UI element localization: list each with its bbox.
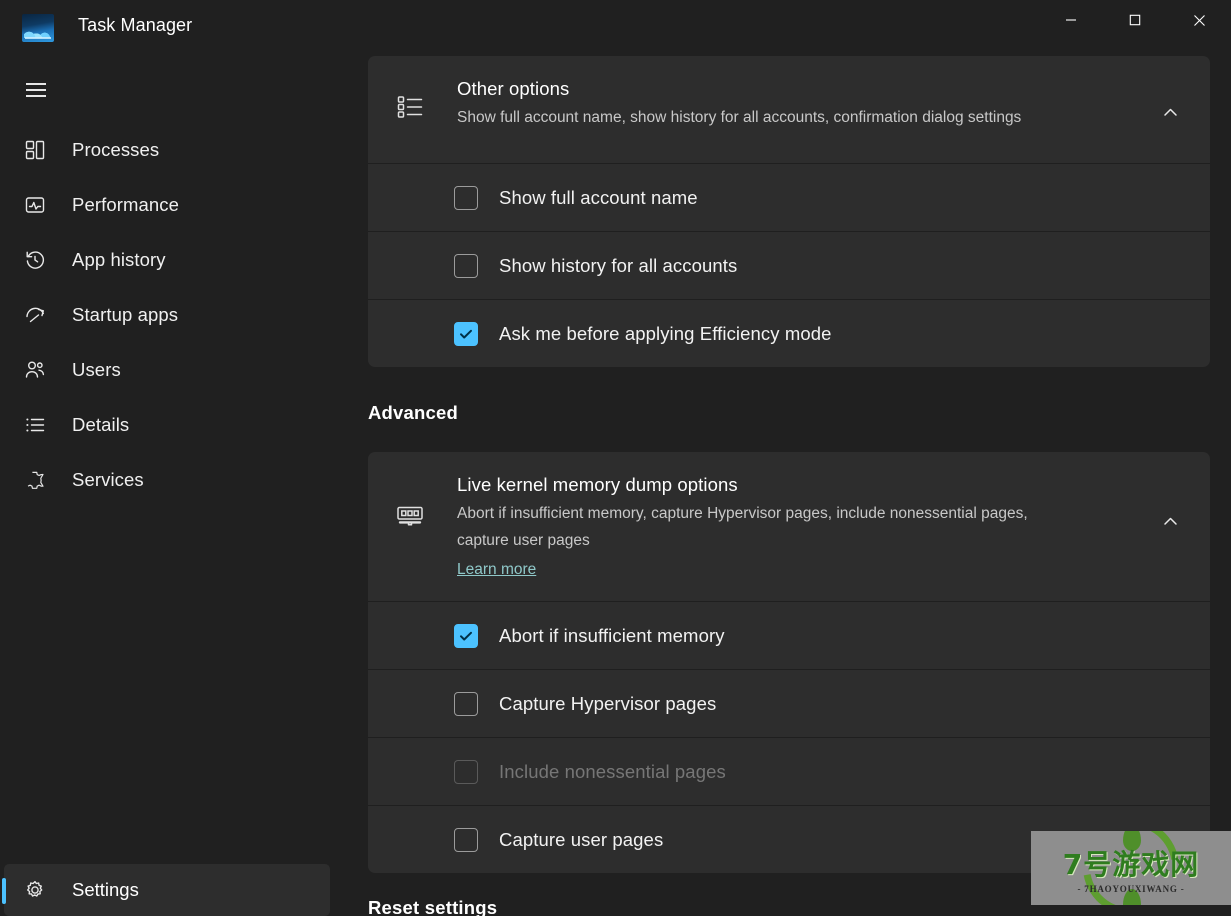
title-bar: Task Manager [0, 0, 1231, 54]
sidebar-item-startup-apps[interactable]: Startup apps [4, 287, 326, 342]
other-options-title: Other options [457, 78, 570, 99]
app-history-icon [24, 248, 58, 272]
users-icon [24, 358, 58, 382]
sidebar-item-label: Settings [72, 879, 139, 900]
sidebar-item-processes[interactable]: Processes [4, 122, 326, 177]
sidebar-item-label: Processes [72, 138, 160, 160]
selection-indicator [2, 878, 6, 904]
other-options-card-header[interactable]: Other options Show full account name, sh… [368, 56, 1210, 163]
settings-content: Other options Show full account name, sh… [334, 54, 1231, 916]
checkbox-capture-user-pages[interactable] [454, 827, 478, 852]
checkbox-show-full-account-name[interactable] [454, 185, 478, 210]
performance-icon [24, 193, 58, 217]
watermark-logo: 7号游戏网 - 7HAOYOUXIWANG - [1031, 831, 1231, 905]
kernel-dump-card: Live kernel memory dump options Abort if… [368, 452, 1210, 873]
watermark-main-text: 7号游戏网 [1062, 847, 1200, 881]
hamburger-menu-icon[interactable] [14, 68, 58, 112]
other-options-text-block: Other options Show full account name, sh… [457, 74, 1021, 131]
sidebar-item-settings[interactable]: Settings [2, 864, 330, 916]
task-manager-icon [22, 14, 54, 42]
sidebar-item-label: Startup apps [72, 303, 179, 325]
close-button[interactable] [1167, 0, 1231, 40]
checkbox-abort-if-insufficient-memory[interactable] [454, 623, 478, 648]
kernel-dump-title: Live kernel memory dump options [457, 474, 738, 495]
sidebar-item-label: Users [72, 358, 121, 380]
kernel-dump-text-block: Live kernel memory dump options Abort if… [457, 470, 1067, 583]
details-icon [24, 413, 58, 437]
sidebar-item-performance[interactable]: Performance [4, 177, 326, 232]
option-label: Capture Hypervisor pages [499, 692, 717, 714]
reset-settings-heading: Reset settings [368, 897, 498, 916]
maximize-button[interactable] [1103, 0, 1167, 40]
other-options-description: Show full account name, show history for… [457, 109, 1022, 126]
sidebar-item-app-history[interactable]: App history [4, 232, 326, 287]
option-row-show-history-for-all-accounts[interactable]: Show history for all accounts [368, 232, 1210, 299]
sidebar-nav-list: Processes Performance App history Startu… [0, 122, 334, 507]
kernel-dump-card-header[interactable]: Live kernel memory dump options Abort if… [368, 452, 1210, 601]
option-row-abort-if-insufficient-memory[interactable]: Abort if insufficient memory [368, 602, 1210, 669]
option-label: Ask me before applying Efficiency mode [499, 322, 832, 344]
other-options-card: Other options Show full account name, sh… [368, 56, 1210, 367]
sidebar-item-details[interactable]: Details [4, 397, 326, 452]
processes-icon [24, 138, 58, 162]
option-label: Abort if insufficient memory [499, 624, 725, 646]
learn-more-link[interactable]: Learn more [457, 556, 536, 583]
option-row-show-full-account-name[interactable]: Show full account name [368, 164, 1210, 231]
option-row-include-nonessential-pages: Include nonessential pages [368, 738, 1210, 805]
sidebar-item-services[interactable]: Services [4, 452, 326, 507]
task-manager-window: Task Manager Processes Performance App h… [0, 0, 1231, 916]
sidebar-item-label: Services [72, 468, 144, 490]
sidebar-item-users[interactable]: Users [4, 342, 326, 397]
sidebar-item-label: Performance [72, 193, 180, 215]
option-row-ask-before-efficiency-mode[interactable]: Ask me before applying Efficiency mode [368, 300, 1210, 367]
watermark-text-block: 7号游戏网 - 7HAOYOUXIWANG - [1031, 831, 1231, 905]
sidebar-item-label: Details [72, 413, 130, 435]
kernel-dump-description: Abort if insufficient memory, capture Hy… [457, 505, 1028, 549]
checkbox-capture-hypervisor-pages[interactable] [454, 691, 478, 716]
checkbox-ask-before-efficiency-mode[interactable] [454, 321, 478, 346]
advanced-section-heading: Advanced [368, 402, 459, 423]
option-label: Include nonessential pages [499, 760, 726, 782]
chevron-up-icon[interactable] [1154, 96, 1186, 128]
option-label: Show full account name [499, 186, 698, 208]
watermark-sub-text: - 7HAOYOUXIWANG - [1077, 883, 1185, 894]
sidebar-item-label: App history [72, 248, 166, 270]
option-row-capture-hypervisor-pages[interactable]: Capture Hypervisor pages [368, 670, 1210, 737]
chevron-up-icon[interactable] [1154, 505, 1186, 537]
startup-apps-icon [24, 303, 58, 327]
option-label: Capture user pages [499, 828, 664, 850]
gear-icon [24, 878, 58, 902]
checkbox-show-history-for-all-accounts[interactable] [454, 253, 478, 278]
sidebar: Processes Performance App history Startu… [0, 54, 334, 916]
window-title: Task Manager [78, 15, 193, 35]
options-list-icon [395, 92, 425, 122]
window-controls [1039, 0, 1231, 40]
minimize-button[interactable] [1039, 0, 1103, 40]
checkbox-include-nonessential-pages [454, 759, 478, 784]
option-label: Show history for all accounts [499, 254, 738, 276]
services-icon [24, 468, 58, 492]
memory-module-icon [395, 500, 425, 530]
